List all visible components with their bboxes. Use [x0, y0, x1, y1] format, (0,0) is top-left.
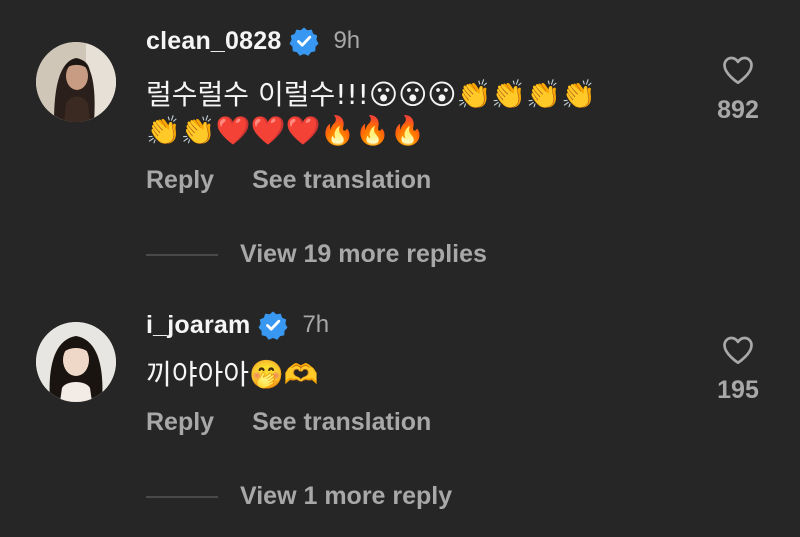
username[interactable]: i_joaram [146, 311, 250, 340]
comment-actions: Reply See translation [146, 408, 431, 437]
like-count: 195 [717, 376, 759, 404]
comment-header: i_joaram 7h [146, 310, 329, 340]
timestamp: 7h [302, 311, 330, 338]
comment-item: clean_0828 9h 럴수럴수 이럴수!!!😮😮😮👏👏👏👏 👏👏❤️❤️❤… [0, 0, 800, 290]
reply-button[interactable]: Reply [146, 166, 214, 195]
view-more-replies-label[interactable]: View 1 more reply [240, 482, 452, 511]
comment-header: clean_0828 9h [146, 26, 360, 56]
avatar[interactable] [36, 42, 116, 122]
divider-line [146, 495, 218, 498]
divider-line [146, 253, 218, 256]
verified-badge-icon [258, 310, 288, 340]
profile-photo-icon [36, 42, 116, 122]
see-translation-button[interactable]: See translation [252, 166, 431, 195]
username[interactable]: clean_0828 [146, 27, 281, 56]
comment-text-line: 👏👏❤️❤️❤️🔥🔥🔥 [146, 114, 425, 147]
reply-button[interactable]: Reply [146, 408, 214, 437]
view-more-replies[interactable]: View 1 more reply [146, 482, 452, 511]
like-control: 195 [710, 332, 766, 405]
like-control: 892 [710, 52, 766, 125]
comment-actions: Reply See translation [146, 166, 431, 195]
comment-text-line: 럴수럴수 이럴수!!!😮😮😮👏👏👏👏 [146, 78, 596, 111]
avatar[interactable] [36, 322, 116, 402]
like-count: 892 [717, 96, 759, 124]
heart-icon[interactable] [720, 52, 756, 88]
heart-icon[interactable] [720, 332, 756, 368]
view-more-replies[interactable]: View 19 more replies [146, 240, 487, 269]
comment-item: i_joaram 7h 끼야아아🤭🫶 Reply See translation… [0, 290, 800, 537]
comment-text-line: 끼야아아🤭🫶 [146, 358, 319, 391]
timestamp: 9h [333, 27, 361, 54]
view-more-replies-label[interactable]: View 19 more replies [240, 240, 487, 269]
verified-badge-icon [289, 26, 319, 56]
profile-photo-icon [36, 322, 116, 402]
see-translation-button[interactable]: See translation [252, 408, 431, 437]
